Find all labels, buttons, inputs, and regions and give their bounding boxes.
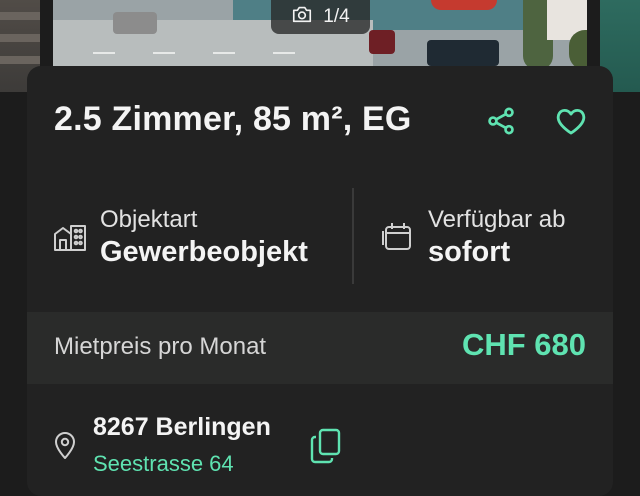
heart-icon: [556, 108, 586, 135]
price-row: Mietpreis pro Monat CHF 680: [27, 312, 613, 384]
location-pin-icon: [55, 432, 75, 459]
fact-availability: Verfügbar ab sofort: [354, 186, 613, 284]
photo-detail: [213, 52, 235, 54]
copy-address-button[interactable]: [307, 426, 345, 466]
listing-title: 2.5 Zimmer, 85 m², EG: [54, 100, 412, 138]
camera-icon: [291, 3, 313, 31]
photo-trees: [569, 30, 587, 70]
photo-detail: [0, 12, 40, 20]
price-label: Mietpreis pro Monat: [54, 333, 267, 360]
address-city: 8267 Berlingen: [93, 413, 271, 441]
photo-detail: [0, 34, 40, 42]
share-button[interactable]: [483, 103, 519, 139]
address-street-link[interactable]: Seestrasse 64: [93, 451, 234, 477]
fact-value: sofort: [428, 236, 511, 268]
favorite-button[interactable]: [553, 103, 589, 139]
listing-card: 2.5 Zimmer, 85 m², EG Objektart Gewerbeo…: [27, 66, 613, 496]
address-block: 8267 Berlingen Seestrasse 64: [27, 406, 613, 486]
facts-divider: [352, 188, 354, 284]
photo-car: [369, 30, 395, 54]
photo-detail: [0, 56, 40, 64]
photo-car: [427, 40, 499, 66]
photo-counter-text: 1/4: [323, 6, 350, 27]
share-icon: [488, 107, 514, 135]
photo-detail: [93, 52, 115, 54]
facts-row: Objektart Gewerbeobjekt Verfügbar ab sof…: [27, 186, 613, 284]
photo-boat: [431, 0, 497, 10]
fact-value: Gewerbeobjekt: [100, 236, 308, 268]
fact-object-type: Objektart Gewerbeobjekt: [27, 186, 353, 284]
calendar-icon: [382, 223, 411, 250]
building-icon: [54, 225, 86, 251]
price-value: CHF 680: [461, 327, 586, 362]
photo-counter: 1/4: [271, 0, 370, 34]
photo-detail: [273, 52, 295, 54]
fact-label: Objektart: [100, 206, 198, 233]
copy-icon: [310, 428, 341, 464]
fact-label: Verfügbar ab: [428, 206, 566, 233]
photo-detail: [153, 52, 175, 54]
photo-car: [113, 12, 157, 34]
